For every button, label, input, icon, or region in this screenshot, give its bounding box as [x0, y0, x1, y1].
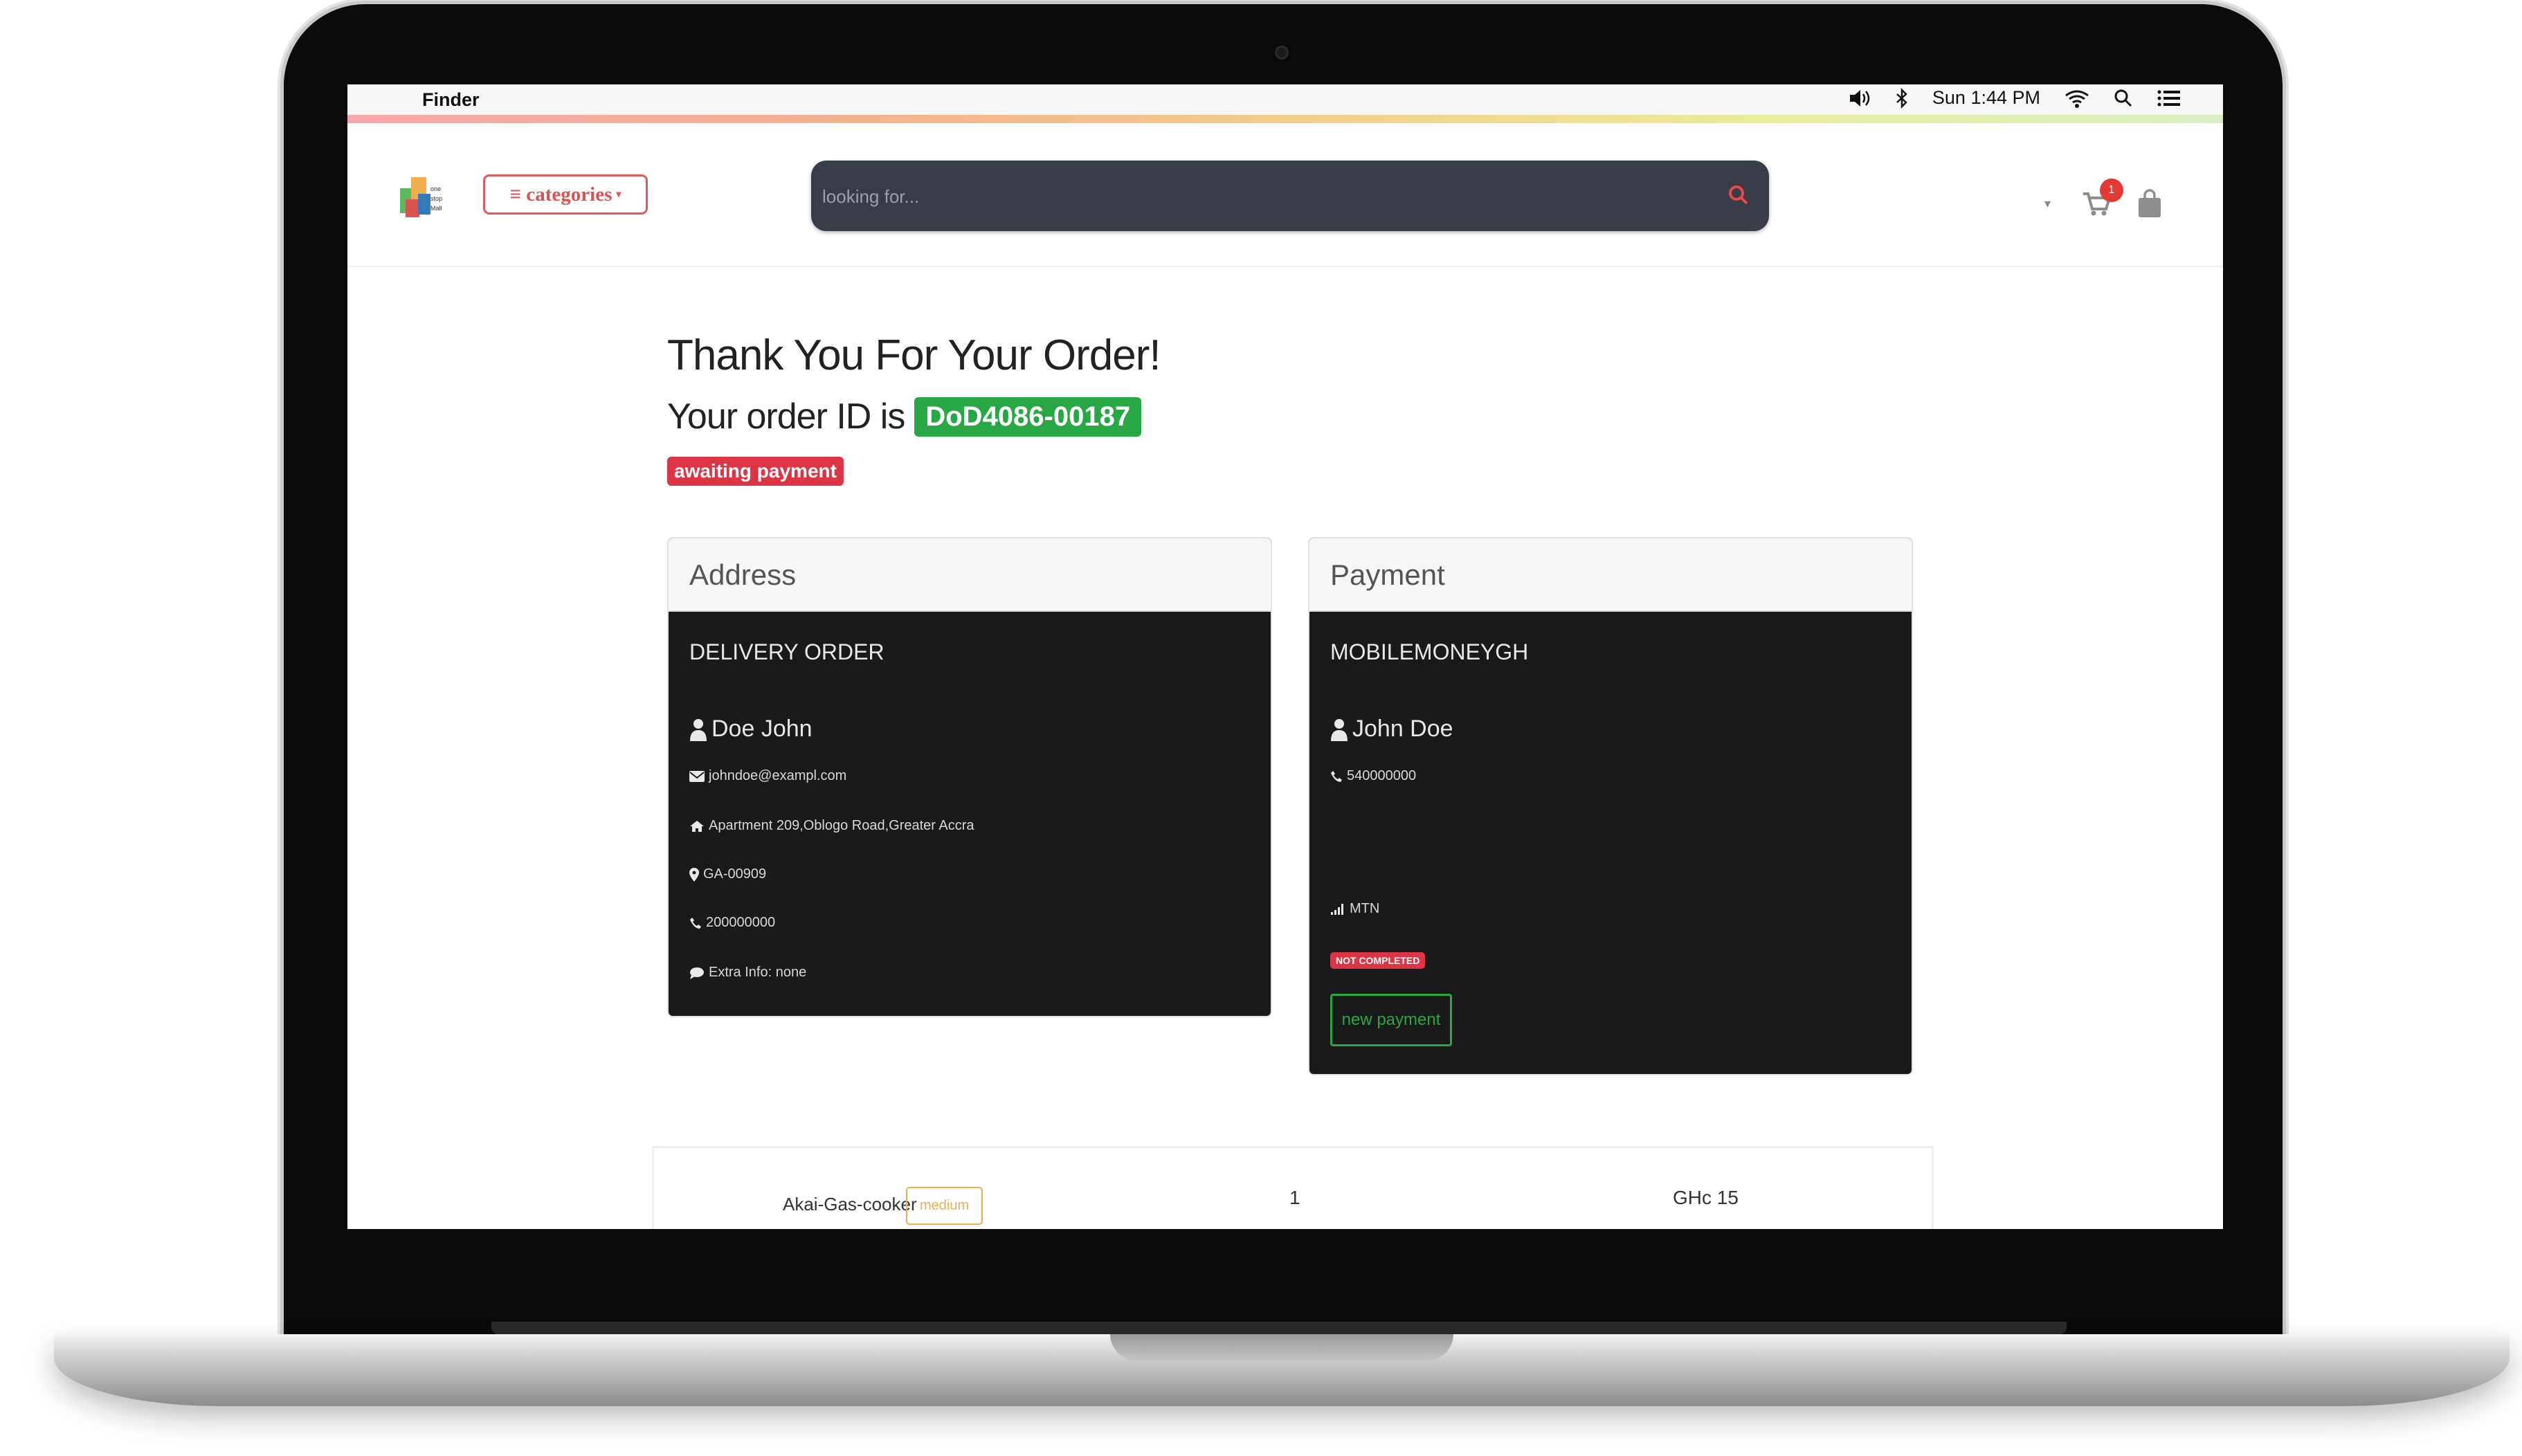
wifi-icon[interactable] [2064, 88, 2090, 109]
delivery-type: DELIVERY ORDER [689, 639, 884, 664]
menubar-status-area: Sun 1:44 PM [1848, 87, 2181, 109]
envelope-icon [689, 770, 705, 782]
address-street-line: Apartment 209,Oblogo Road,Greater Accra [689, 818, 974, 834]
menubar-app-name[interactable]: Finder [422, 89, 480, 111]
menubar-clock[interactable]: Sun 1:44 PM [1932, 87, 2040, 109]
screen: Finder Sun 1:44 PM one stop Mall ≡ categ… [347, 84, 2223, 1229]
categories-label: ≡ categories [509, 183, 613, 206]
search-input[interactable] [821, 177, 1654, 216]
address-street: Apartment 209,Oblogo Road,Greater Accra [709, 818, 974, 833]
address-extra-line: Extra Info: none [689, 965, 806, 981]
payment-network-line: MTN [1330, 901, 1379, 917]
address-extra-info: Extra Info: none [709, 965, 807, 980]
address-card-heading: Address [669, 538, 1271, 612]
order-status-badge: awaiting payment [667, 457, 844, 486]
camera-icon [1275, 46, 1289, 60]
home-icon [690, 820, 704, 832]
order-id-line: Your order ID is DoD4086-00187 [667, 396, 1142, 437]
search-icon[interactable] [1725, 181, 1752, 209]
item-quantity: 1 [1289, 1187, 1300, 1208]
page-title: Thank You For Your Order! [667, 331, 1161, 379]
payment-card: Payment MOBILEMONEYGH John Doe 540000000… [1308, 537, 1913, 1075]
address-name: Doe John [711, 716, 813, 742]
payment-name-line: John Doe [1330, 716, 1453, 743]
mac-menubar: Finder Sun 1:44 PM [347, 84, 2223, 115]
item-size-badge: medium [906, 1187, 983, 1225]
phone-icon [690, 917, 701, 929]
address-phone: 200000000 [706, 915, 776, 930]
search-bar [811, 161, 1769, 231]
laptop-notch [1110, 1334, 1453, 1361]
spotlight-search-icon[interactable] [2114, 88, 2133, 109]
categories-dropdown-button[interactable]: ≡ categories ▾ [483, 174, 648, 215]
item-price: GHc 15 [1673, 1187, 1739, 1208]
chevron-down-icon: ▾ [616, 189, 622, 200]
header-gradient-bar [347, 115, 2223, 123]
item-name: Akai-Gas-cooker [783, 1194, 917, 1214]
signal-icon [1331, 903, 1343, 915]
phone-icon [1331, 770, 1342, 782]
comment-icon [690, 967, 704, 979]
payment-action-line: new payment [1330, 994, 1452, 1046]
payment-card-heading: Payment [1309, 538, 1912, 612]
user-icon [1331, 718, 1348, 741]
bluetooth-icon[interactable] [1895, 87, 1909, 109]
address-email-line: johndoe@exampl.com [689, 768, 846, 784]
payment-name: John Doe [1352, 716, 1453, 742]
volume-icon[interactable] [1848, 88, 1871, 109]
address-name-line: Doe John [689, 716, 813, 743]
shopping-bag-icon[interactable] [2136, 188, 2163, 219]
map-marker-icon [689, 867, 699, 882]
payment-phone: 540000000 [1347, 768, 1417, 783]
payment-phone-line: 540000000 [1330, 768, 1416, 784]
svg-text:Mall: Mall [430, 205, 442, 212]
site-header: one stop Mall ≡ categories ▾ ▾ 1 [347, 123, 2223, 267]
payment-status-line: NOT COMPLETED [1330, 952, 1426, 969]
account-dropdown-caret[interactable]: ▾ [2044, 197, 2051, 211]
site-logo-icon[interactable]: one stop Mall [399, 170, 454, 220]
svg-text:stop: stop [430, 195, 442, 202]
laptop-hinge [491, 1322, 2067, 1334]
notification-center-icon[interactable] [2157, 88, 2181, 109]
order-id-badge: DoD4086-00187 [914, 397, 1142, 437]
user-icon [690, 718, 707, 741]
address-postal: GA-00909 [703, 866, 767, 882]
payment-method: MOBILEMONEYGH [1330, 639, 1529, 664]
cart-count-badge: 1 [2100, 179, 2123, 202]
payment-network: MTN [1350, 901, 1380, 916]
new-payment-button[interactable]: new payment [1330, 994, 1452, 1046]
address-phone-line: 200000000 [689, 915, 775, 931]
svg-text:one: one [430, 185, 441, 192]
address-card: Address DELIVERY ORDER Doe John johndoe@… [667, 537, 1272, 1017]
address-postal-line: GA-00909 [689, 866, 766, 882]
order-items-table: Akai-Gas-cooker medium 1 GHc 15 [652, 1146, 1934, 1229]
address-email: johndoe@exampl.com [709, 768, 847, 783]
payment-status-badge: NOT COMPLETED [1330, 952, 1426, 969]
order-id-prefix: Your order ID is [667, 397, 905, 437]
